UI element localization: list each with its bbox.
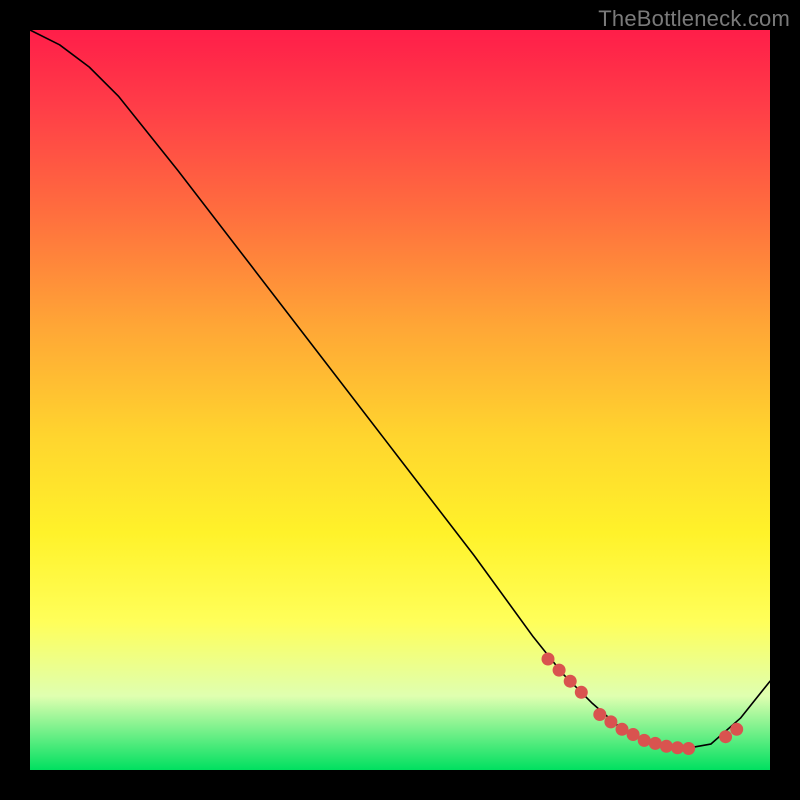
curve-line [30,30,770,749]
highlight-dot [542,653,555,666]
highlight-dot [638,734,651,747]
highlight-dot [730,723,743,736]
watermark-text: TheBottleneck.com [598,6,790,32]
highlight-dot [660,740,673,753]
highlight-dot [627,728,640,741]
highlight-dot [616,723,629,736]
highlight-markers [542,653,744,756]
chart-overlay [30,30,770,770]
highlight-dot [682,742,695,755]
highlight-dot [719,730,732,743]
highlight-dot [553,664,566,677]
highlight-dot [604,715,617,728]
chart-frame: TheBottleneck.com [0,0,800,800]
highlight-dot [564,675,577,688]
plot-area [30,30,770,770]
highlight-dot [649,737,662,750]
highlight-dot [593,708,606,721]
highlight-dot [671,741,684,754]
highlight-dot [575,686,588,699]
